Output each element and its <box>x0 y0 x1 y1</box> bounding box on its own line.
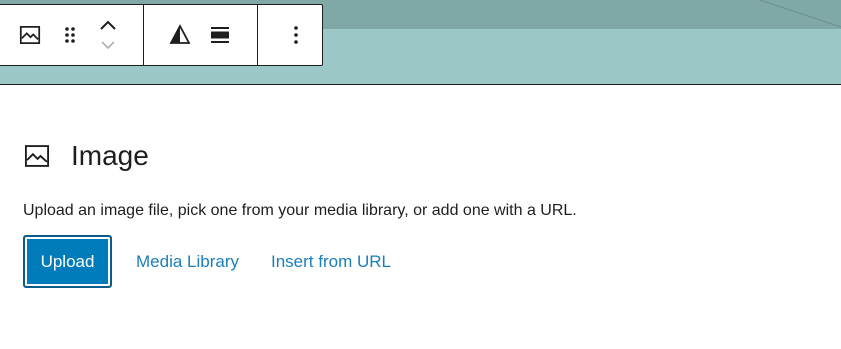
drag-handle-button[interactable] <box>52 17 88 53</box>
media-library-button[interactable]: Media Library <box>136 252 239 272</box>
upload-button[interactable]: Upload <box>23 235 112 288</box>
placeholder-header: Image <box>23 134 813 178</box>
placeholder-actions: Upload Media Library Insert from URL <box>23 235 813 288</box>
more-options-icon <box>294 26 298 44</box>
chevron-down-icon <box>101 41 115 50</box>
drag-handle-icon <box>65 27 75 43</box>
toolbar-group-tools <box>144 5 258 65</box>
insert-from-url-button[interactable]: Insert from URL <box>271 252 391 272</box>
block-type-button[interactable] <box>12 17 48 53</box>
editor-canvas: Image Upload an image file, pick one fro… <box>0 0 841 349</box>
move-down-button[interactable] <box>96 35 120 55</box>
align-button[interactable] <box>202 17 238 53</box>
image-placeholder: Image Upload an image file, pick one fro… <box>23 134 813 288</box>
placeholder-instructions: Upload an image file, pick one from your… <box>23 202 577 219</box>
block-mover <box>96 11 120 59</box>
chevron-up-icon <box>100 20 116 30</box>
move-up-button[interactable] <box>96 15 120 35</box>
block-toolbar <box>0 4 323 66</box>
toolbar-group-block <box>0 5 144 65</box>
align-icon <box>211 27 229 43</box>
image-icon <box>19 26 41 44</box>
duotone-button[interactable] <box>162 17 198 53</box>
duotone-icon <box>169 24 191 44</box>
placeholder-title: Image <box>71 140 149 171</box>
image-icon <box>23 142 51 170</box>
toolbar-group-options <box>258 5 322 65</box>
more-options-button[interactable] <box>278 17 314 53</box>
